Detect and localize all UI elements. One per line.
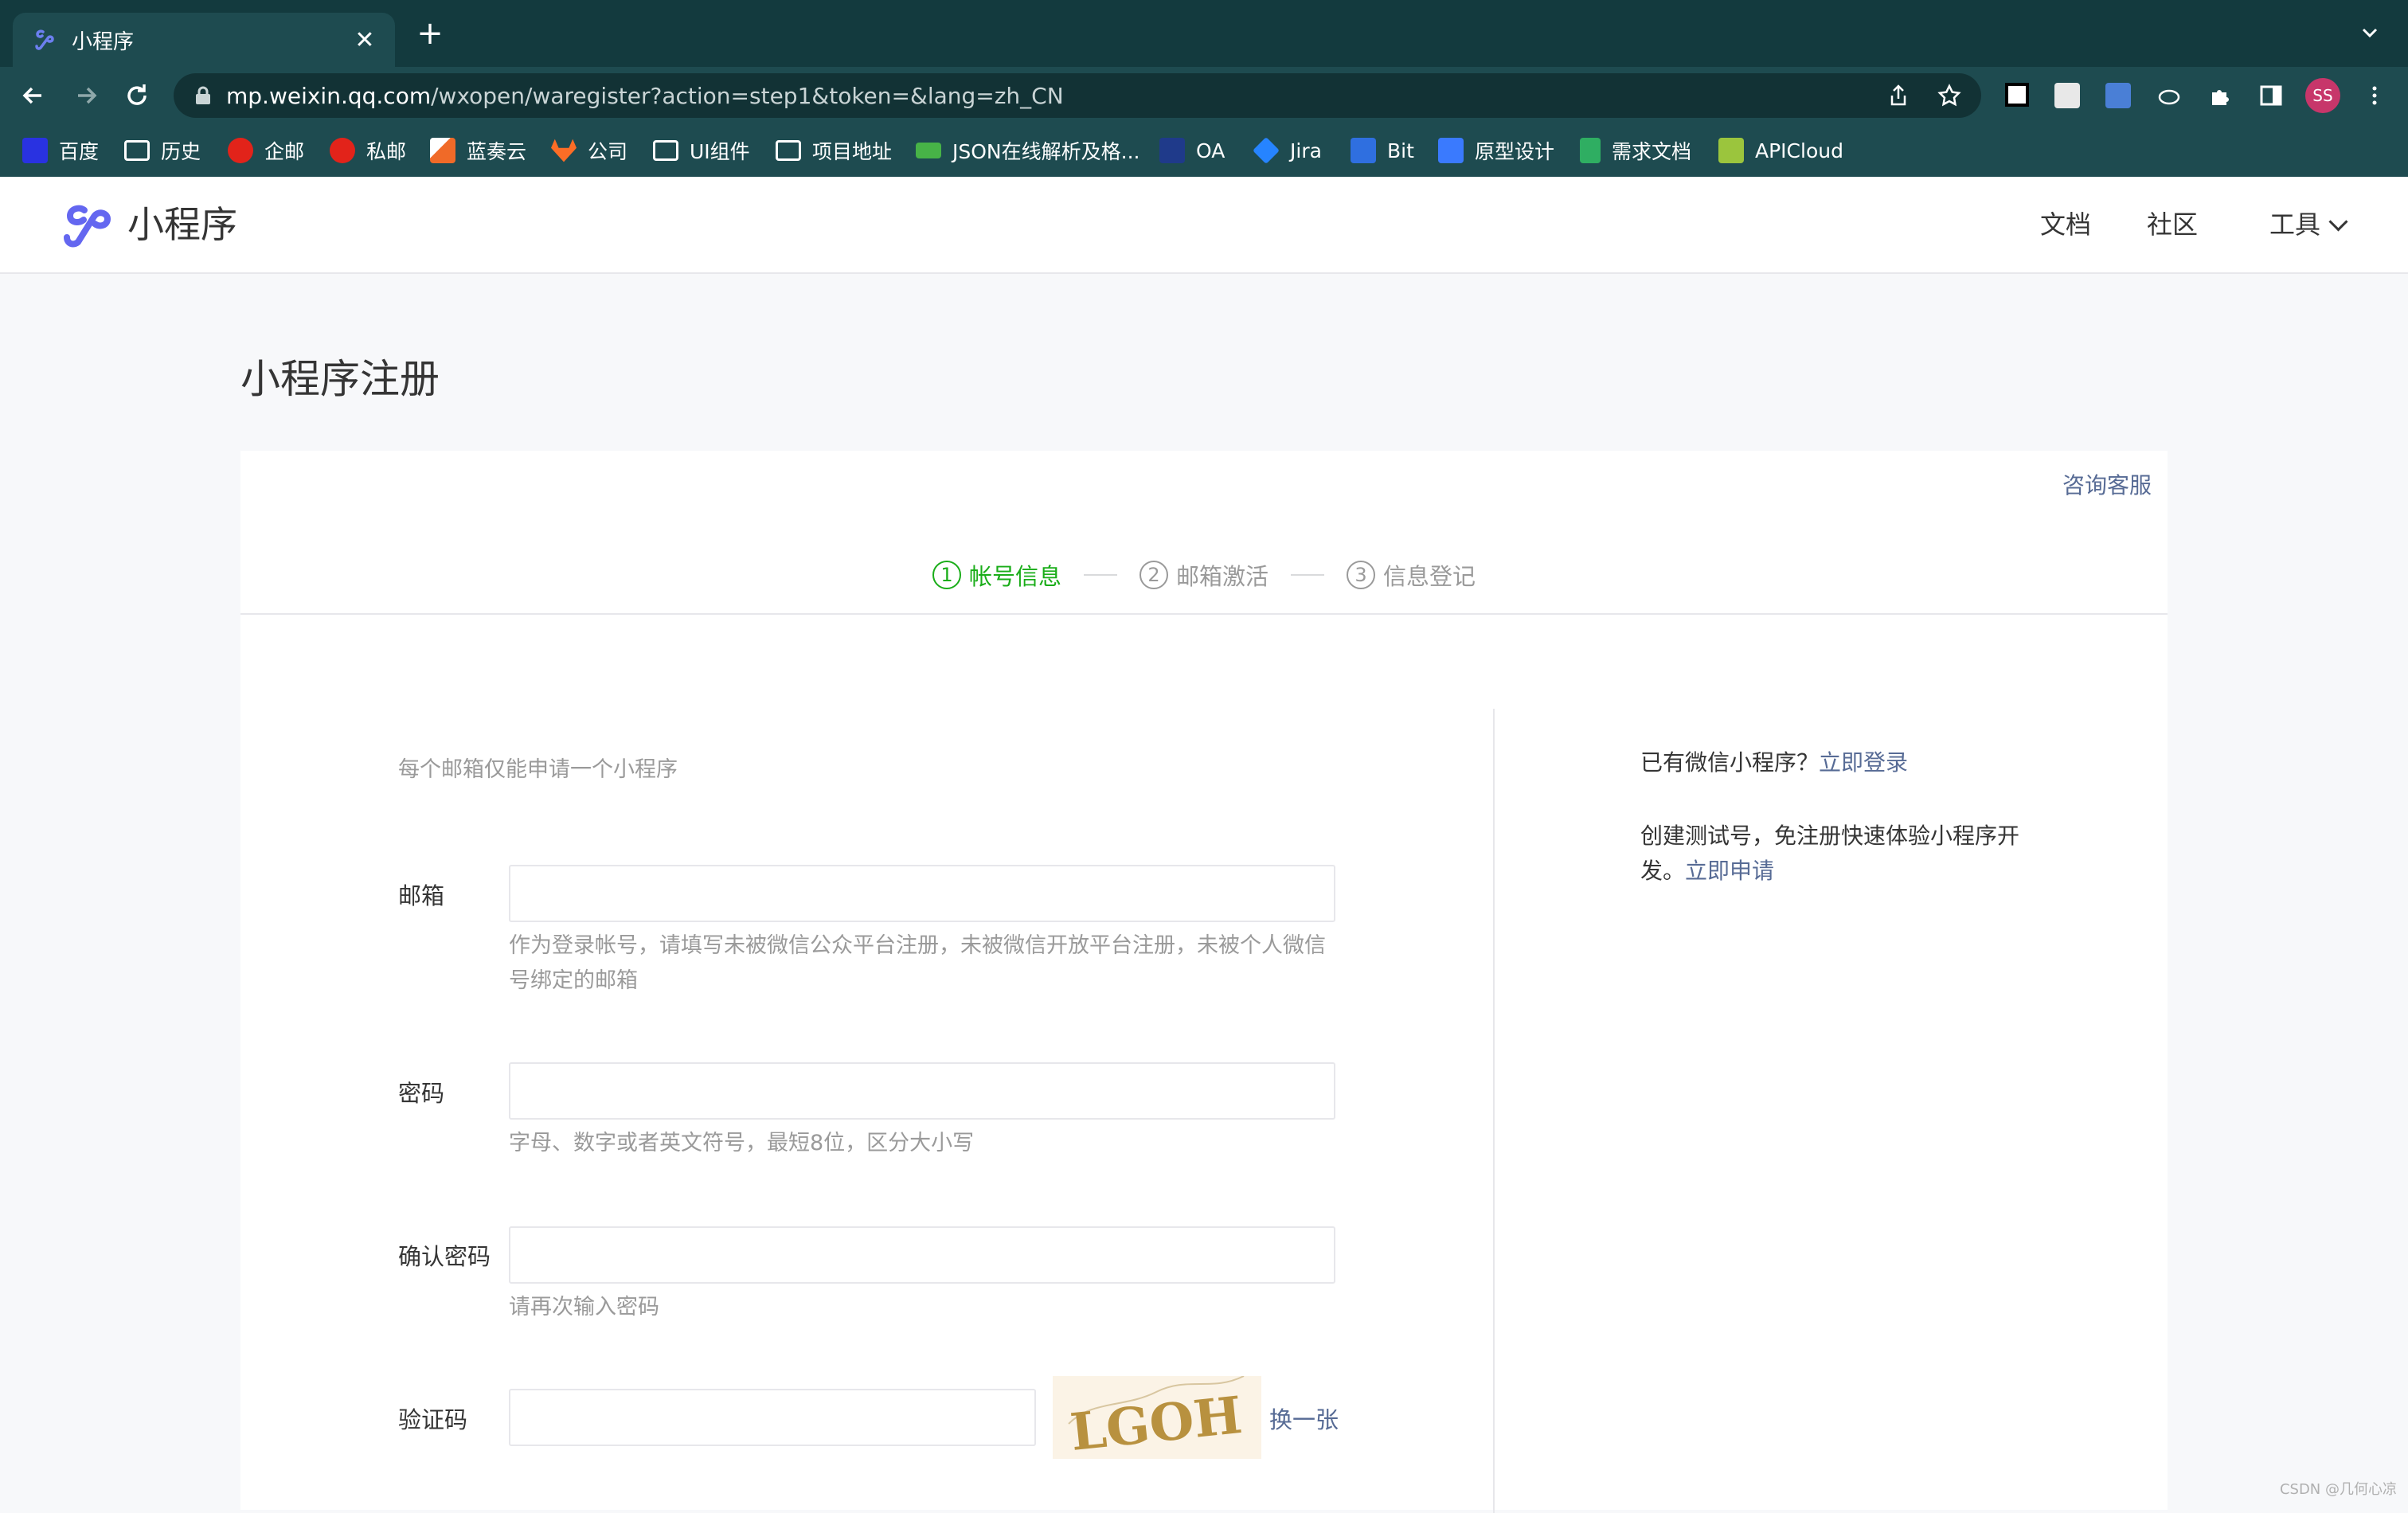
step-account-info: 1 帐号信息 xyxy=(932,558,1061,592)
back-arrow-icon[interactable] xyxy=(18,80,49,111)
bookmark-item[interactable]: 百度 xyxy=(22,124,99,177)
nav-community[interactable]: 社区 xyxy=(2147,207,2198,242)
lanzou-icon xyxy=(430,138,455,163)
bookmark-item[interactable]: OA xyxy=(1159,124,1225,177)
bookmark-item[interactable]: 蓝奏云 xyxy=(430,124,526,177)
new-tab-icon[interactable]: + xyxy=(414,18,446,49)
captcha-refresh-link[interactable]: 换一张 xyxy=(1269,1402,1339,1435)
apply-test-account-link[interactable]: 立即申请 xyxy=(1685,858,1774,884)
site-header: 小程序 文档 社区 工具 xyxy=(0,177,2408,274)
bookmarks-bar: 百度 历史 企邮 私邮 蓝奏云 公司 UI组件 项目地址 JSON在线解析及格.… xyxy=(0,124,2408,177)
login-now-link[interactable]: 立即登录 xyxy=(1819,749,1908,776)
register-card: 咨询客服 1 帐号信息 2 邮箱激活 3 信息登记 每个邮箱仅能申请一个小程序 … xyxy=(240,451,2168,1513)
confirm-password-input[interactable] xyxy=(509,1226,1335,1284)
apicloud-icon xyxy=(1718,138,1744,163)
miniprogram-logo-icon[interactable] xyxy=(61,199,115,250)
tab-title: 小程序 xyxy=(72,29,135,54)
step-number: 3 xyxy=(1347,561,1375,589)
card-divider xyxy=(240,613,2168,615)
email-input[interactable] xyxy=(509,865,1335,922)
more-menu-icon[interactable] xyxy=(2362,83,2387,108)
bookmark-item[interactable]: 历史 xyxy=(124,124,201,177)
bit-icon xyxy=(1351,138,1376,163)
extension-square-icon[interactable] xyxy=(2005,83,2029,107)
bookmark-item[interactable]: UI组件 xyxy=(653,124,750,177)
captcha-input[interactable] xyxy=(509,1389,1036,1446)
chevron-down-icon xyxy=(2328,212,2348,232)
step-number: 2 xyxy=(1139,561,1168,589)
password-tip: 字母、数字或者英文符号，最短8位，区分大小写 xyxy=(509,1131,975,1155)
folder-icon xyxy=(124,140,150,161)
bookmark-item[interactable]: Jira xyxy=(1253,124,1322,177)
tencent-mail-icon xyxy=(330,138,355,163)
captcha-label: 验证码 xyxy=(398,1406,468,1433)
step-separator xyxy=(1083,574,1117,576)
bookmark-item[interactable]: 需求文档 xyxy=(1580,124,1691,177)
bookmark-item[interactable]: 企邮 xyxy=(228,124,304,177)
address-bar[interactable]: mp.weixin.qq.com/wxopen/waregister?actio… xyxy=(174,73,1981,118)
close-tab-icon[interactable]: ✕ xyxy=(350,26,379,54)
folder-icon xyxy=(776,140,801,161)
step-label: 邮箱激活 xyxy=(1175,563,1268,590)
consult-service-link[interactable]: 咨询客服 xyxy=(2062,468,2152,500)
folder-icon xyxy=(653,140,678,161)
site-name[interactable]: 小程序 xyxy=(127,199,237,250)
step-info-registration: 3 信息登记 xyxy=(1347,558,1476,592)
password-label: 密码 xyxy=(398,1080,445,1107)
bookmark-item[interactable]: JSON在线解析及格... xyxy=(916,124,1140,177)
nav-tools[interactable]: 工具 xyxy=(2269,207,2348,242)
bookmark-item[interactable]: Bit xyxy=(1351,124,1414,177)
existing-account-prompt: 已有微信小程序？立即登录 xyxy=(1640,749,1909,776)
bookmark-item[interactable]: 项目地址 xyxy=(776,124,892,177)
nav-docs[interactable]: 文档 xyxy=(2040,207,2091,242)
form-intro: 每个邮箱仅能申请一个小程序 xyxy=(398,757,678,782)
profile-avatar[interactable]: SS xyxy=(2305,78,2340,113)
column-divider xyxy=(1493,709,1495,1513)
bookmark-item[interactable]: 私邮 xyxy=(330,124,406,177)
email-tip: 作为登录帐号，请填写未被微信公众平台注册，未被微信开放平台注册，未被个人微信号绑… xyxy=(509,933,1326,993)
test-account-prompt: 创建测试号，免注册快速体验小程序开发。立即申请 xyxy=(1640,823,2020,884)
google-translate-icon[interactable] xyxy=(2105,83,2131,108)
step-indicator: 1 帐号信息 2 邮箱激活 3 信息登记 xyxy=(240,551,2168,599)
page-title: 小程序注册 xyxy=(240,356,440,402)
lock-icon[interactable] xyxy=(194,86,212,105)
jira-icon xyxy=(1253,137,1280,164)
browser-tabstrip: 小程序 ✕ + xyxy=(0,0,2408,67)
extension-translate-cn-icon[interactable] xyxy=(2054,83,2080,108)
extension-cloud-icon[interactable] xyxy=(2156,83,2182,108)
share-icon[interactable] xyxy=(1886,83,1911,108)
confirm-password-tip: 请再次输入密码 xyxy=(509,1295,659,1319)
watermark: CSDN @几何心凉 xyxy=(2279,1481,2397,1498)
browser-toolbar: mp.weixin.qq.com/wxopen/waregister?actio… xyxy=(0,67,2408,124)
confirm-password-label: 确认密码 xyxy=(398,1243,491,1270)
tencent-mail-icon xyxy=(228,138,253,163)
doc-icon xyxy=(1580,138,1601,163)
bookmark-item[interactable]: APICloud xyxy=(1718,124,1843,177)
bookmark-star-icon[interactable] xyxy=(1937,83,1962,108)
tab-search-chevron-icon[interactable] xyxy=(2354,18,2386,49)
oa-icon xyxy=(1159,138,1185,163)
gitlab-icon xyxy=(551,139,577,162)
url-text[interactable]: mp.weixin.qq.com/wxopen/waregister?actio… xyxy=(226,83,1064,109)
extensions-puzzle-icon[interactable] xyxy=(2207,83,2233,108)
side-panel-icon[interactable] xyxy=(2258,83,2284,108)
step-separator xyxy=(1291,574,1324,576)
step-label: 帐号信息 xyxy=(968,563,1061,590)
password-input[interactable] xyxy=(509,1062,1335,1120)
miniprogram-favicon-icon xyxy=(35,29,54,50)
prototype-icon xyxy=(1438,138,1464,163)
step-label: 信息登记 xyxy=(1383,563,1476,590)
bookmark-item[interactable]: 公司 xyxy=(551,124,627,177)
reload-icon[interactable] xyxy=(121,80,153,111)
step-email-activation: 2 邮箱激活 xyxy=(1139,558,1268,592)
baidu-icon xyxy=(22,138,48,163)
forward-arrow-icon[interactable] xyxy=(70,80,102,111)
browser-tab-active[interactable]: 小程序 ✕ xyxy=(13,13,395,67)
bookmark-item[interactable]: 原型设计 xyxy=(1438,124,1554,177)
json-icon xyxy=(916,143,941,158)
captcha-image[interactable]: LGOH xyxy=(1053,1376,1261,1459)
email-label: 邮箱 xyxy=(398,882,445,909)
step-number: 1 xyxy=(932,561,961,589)
